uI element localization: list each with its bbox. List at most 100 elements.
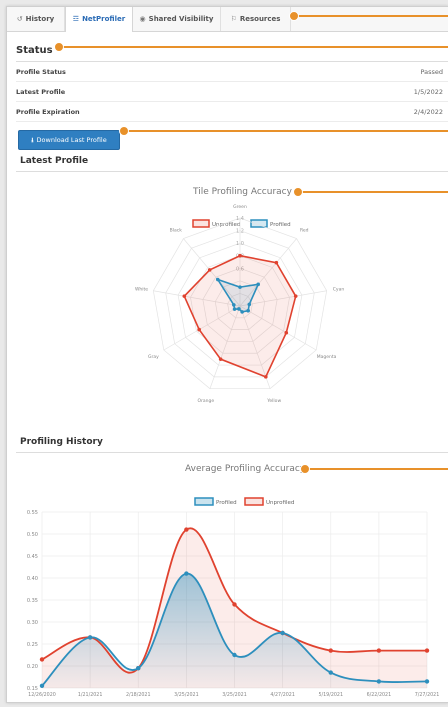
callout-dot-radar xyxy=(293,187,303,197)
line-point-profiled-7 xyxy=(376,679,382,684)
radar-tick-label: 1.4 xyxy=(236,216,244,222)
profile-status-label: Profile Status xyxy=(16,68,66,76)
radar-point-profiled-magenta xyxy=(246,308,250,313)
radar-tick-label: 1.2 xyxy=(236,229,244,235)
radar-chart: Unprofiled ProfiledGreenRedCyanMagentaYel… xyxy=(135,204,344,404)
x-tick-label: 12/26/2020 xyxy=(28,692,56,698)
profile-expiration-label: Profile Expiration xyxy=(16,108,80,116)
radar-chart-title: Tile Profiling Accuracy xyxy=(193,187,292,197)
latest-profile-label: Latest Profile xyxy=(16,88,66,96)
tab-bar: ↺ History ☲ NetProfiler ◉ Shared Visibility… xyxy=(7,7,448,32)
status-row-profile-expiration: Profile Expiration 2/4/2022 xyxy=(16,101,448,122)
legend-label-profiled: Profiled xyxy=(270,222,291,228)
radar-point-unprofiled-red xyxy=(274,260,279,265)
y-tick-label: 0.55 xyxy=(27,510,38,516)
tab-netprofiler[interactable]: ☲ NetProfiler xyxy=(65,7,133,32)
line-point-unprofiled-6 xyxy=(328,648,333,653)
x-tick-label: 2/18/2021 xyxy=(126,692,151,698)
radar-axis-label-green: Green xyxy=(233,204,247,210)
y-tick-label: 0.35 xyxy=(27,598,38,604)
tab-netprofiler-label: NetProfiler xyxy=(82,15,126,23)
radar-point-unprofiled-orange xyxy=(218,357,223,361)
radar-axis-label-yellow: Yellow xyxy=(266,398,281,404)
callout-line-status xyxy=(59,46,448,48)
radar-point-profiled-white xyxy=(232,303,236,307)
profile-expiration-value: 2/4/2022 xyxy=(413,108,443,116)
y-tick-label: 0.45 xyxy=(27,554,38,560)
radar-axis-label-magenta: Magenta xyxy=(317,354,337,360)
radar-point-profiled-cyan xyxy=(247,302,252,307)
legend-label-profiled: Profiled xyxy=(216,500,237,506)
radar-point-profiled-black xyxy=(215,277,220,282)
tab-history[interactable]: ↺ History xyxy=(7,7,65,31)
radar-series-unprofiled xyxy=(183,254,297,378)
radar-axis-label-gray: Gray xyxy=(148,354,159,360)
x-tick-label: 7/27/2021 xyxy=(415,692,440,698)
radar-point-unprofiled-green xyxy=(238,253,242,258)
callout-dot-status xyxy=(54,42,64,52)
tab-shared-visibility[interactable]: ◉ Shared Visibility xyxy=(133,7,221,31)
line-point-profiled-4 xyxy=(232,652,237,658)
x-tick-label: 5/19/2021 xyxy=(318,692,343,698)
line-point-profiled-1 xyxy=(87,635,93,640)
radar-axis-label-white: White xyxy=(135,287,148,293)
tab-history-label: History xyxy=(25,15,55,23)
legend-swatch-unprofiled xyxy=(244,497,264,506)
line-point-unprofiled-8 xyxy=(424,648,430,653)
status-row-latest-profile: Latest Profile 1/5/2022 xyxy=(16,81,448,102)
callout-dot-history xyxy=(300,464,310,474)
y-tick-label: 0.20 xyxy=(27,664,38,670)
latest-profile-divider xyxy=(16,171,448,172)
radar-point-profiled-orange xyxy=(237,307,241,311)
tab-resources[interactable]: ⚐ Resources xyxy=(221,7,291,31)
y-tick-label: 0.50 xyxy=(27,532,38,538)
profiling-history-divider xyxy=(16,452,448,453)
line-point-unprofiled-7 xyxy=(376,648,382,653)
radar-point-unprofiled-gray xyxy=(197,327,201,332)
x-tick-label: 4/27/2021 xyxy=(270,692,295,698)
x-tick-label: 6/22/2021 xyxy=(367,692,392,698)
legend-swatch-profiled xyxy=(194,497,214,506)
callout-line-download xyxy=(124,130,448,132)
legend-swatch-profiled xyxy=(250,219,268,228)
callout-line-tabs xyxy=(294,15,448,17)
status-heading: Status xyxy=(16,45,53,56)
legend-label-unprofiled: Unprofiled xyxy=(266,500,294,506)
status-row-profile-status: Profile Status Passed xyxy=(16,61,448,82)
x-tick-label: 1/21/2021 xyxy=(78,692,103,698)
radar-point-profiled-green xyxy=(238,285,242,289)
callout-dot-tabs xyxy=(289,11,299,21)
tab-resources-label: Resources xyxy=(239,15,281,23)
radar-axis-label-red: Red xyxy=(300,227,309,233)
radar-point-unprofiled-white xyxy=(182,294,187,298)
tab-shared-visibility-label: Shared Visibility xyxy=(148,15,214,23)
radar-point-profiled-gray xyxy=(232,307,237,311)
line-chart: Profiled Unprofiled 0.55 0.50 0.45 0.40 0.35 0.… xyxy=(27,497,440,698)
line-point-profiled-3 xyxy=(184,571,189,576)
callout-dot-download xyxy=(119,126,129,136)
download-last-profile-button[interactable]: ⭳ Download Last Profile xyxy=(18,130,120,150)
line-point-unprofiled-0 xyxy=(39,657,45,662)
netprofiler-panel: ↺ History ☲ NetProfiler ◉ Shared Visibility… xyxy=(6,6,448,703)
line-point-profiled-2 xyxy=(136,666,141,671)
radar-point-unprofiled-black xyxy=(207,268,212,272)
y-tick-label: 0.30 xyxy=(27,620,38,626)
callout-line-radar xyxy=(298,191,448,193)
radar-point-unprofiled-cyan xyxy=(293,294,298,298)
latest-profile-value: 1/5/2022 xyxy=(413,88,443,96)
link-icon: ⚐ xyxy=(230,15,237,23)
latest-profile-heading: Latest Profile xyxy=(20,156,89,166)
profiling-history-heading: Profiling History xyxy=(20,437,103,447)
profile-status-value: Passed xyxy=(420,68,443,76)
line-chart-title: Average Profiling Accuracy xyxy=(185,464,306,474)
y-tick-label: 0.40 xyxy=(27,576,38,582)
download-icon: ⭳ xyxy=(31,136,34,144)
y-tick-label: 0.15 xyxy=(27,686,38,692)
line-point-profiled-8 xyxy=(424,679,430,684)
y-tick-label: 0.25 xyxy=(27,642,38,648)
radar-point-unprofiled-magenta xyxy=(284,330,289,335)
x-tick-label: 3/25/2021 xyxy=(174,692,199,698)
callout-line-history xyxy=(305,468,448,470)
download-button-label: Download Last Profile xyxy=(36,136,107,144)
radar-axis-label-black: Black xyxy=(170,227,183,233)
